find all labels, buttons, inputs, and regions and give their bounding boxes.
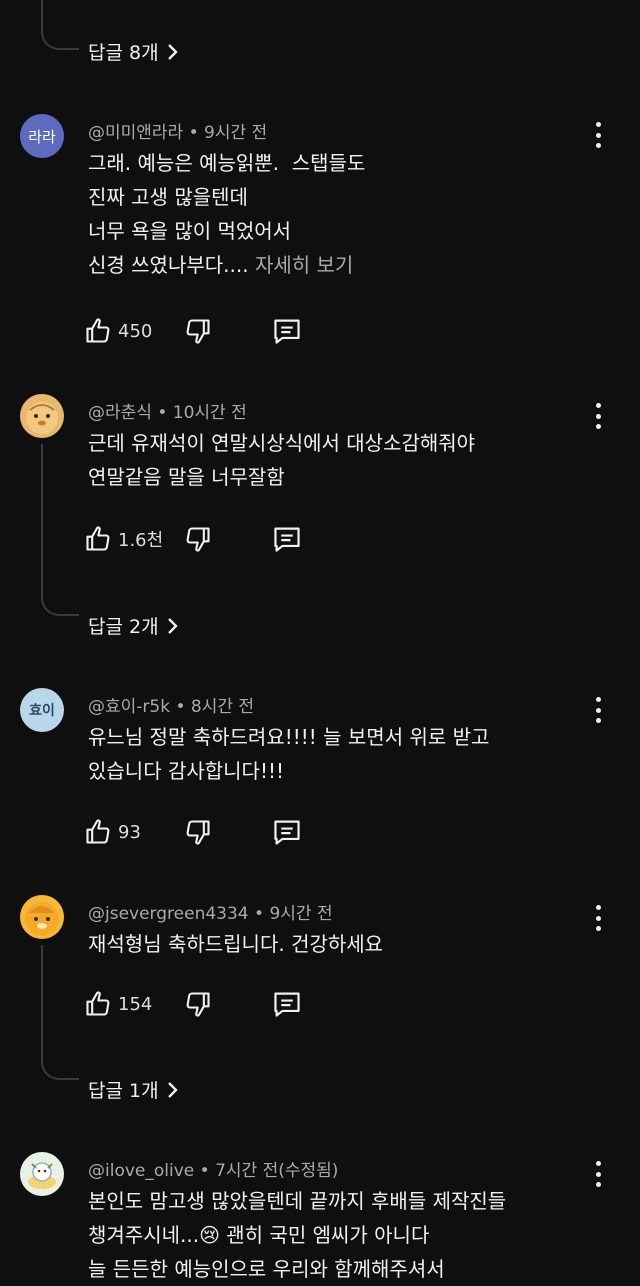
reply-button[interactable]	[272, 818, 302, 846]
thread-curve	[41, 28, 79, 50]
avatar[interactable]	[20, 1152, 64, 1196]
thumb-down-icon	[186, 527, 210, 552]
comment-author-line: @ilove_olive • 7시간 전(수정됨)	[88, 1161, 339, 1181]
more-vert-icon[interactable]	[588, 905, 608, 931]
more-vert-icon[interactable]	[588, 1161, 608, 1187]
thumb-up-icon	[86, 318, 110, 343]
avatar-character-icon	[25, 902, 59, 936]
replies-label: 답글 1개	[88, 1080, 159, 1102]
avatar-initials: 라라	[28, 127, 56, 146]
comment-author-line: @라춘식 • 10시간 전	[88, 403, 247, 423]
read-more-link[interactable]: 자세히 보기	[255, 253, 353, 277]
thread-line	[41, 0, 43, 28]
like-count: 154	[118, 993, 153, 1015]
replies-toggle[interactable]: 답글 2개	[88, 612, 179, 639]
like-count: 450	[118, 320, 153, 342]
comment-author-line: @효이-r5k • 8시간 전	[88, 697, 255, 717]
comment-text: 본인도 맘고생 많았을텐데 끝까지 후배들 제작진들 챙겨주시네...😢 괜히 …	[88, 1189, 507, 1281]
comment-time: 8시간 전	[190, 697, 255, 717]
replies-label: 답글 2개	[88, 616, 159, 638]
comment-time: 9시간 전	[204, 123, 268, 143]
comment-time: 10시간 전	[172, 403, 247, 423]
like-button[interactable]: 154	[84, 990, 184, 1018]
avatar-initials: 효이	[29, 703, 55, 719]
more-vert-icon[interactable]	[588, 697, 608, 723]
comment-text: 유느님 정말 축하드려요!!!! 늘 보면서 위로 받고 있습니다 감사합니다!…	[88, 725, 490, 783]
avatar-character-icon	[28, 1162, 56, 1189]
comment-actions: 154	[84, 987, 302, 1021]
replies-label: 답글 8개	[88, 42, 159, 64]
thumb-up-icon	[86, 819, 110, 844]
comment-reply-icon	[274, 992, 300, 1017]
comment-author[interactable]: @효이-r5k	[88, 697, 170, 717]
replies-toggle[interactable]: 답글 8개	[88, 38, 179, 65]
comment-author-line: @미미앤라라 • 9시간 전	[88, 123, 268, 143]
comment-text: 그래. 예능은 예능읽뿐. 스탭들도 진짜 고생 많을텐데 너무 욕을 많이 먹…	[88, 151, 366, 277]
thread-curve	[41, 1058, 79, 1080]
comment-actions: 1.6천	[84, 522, 302, 556]
replies-toggle[interactable]: 답글 1개	[88, 1076, 179, 1103]
avatar[interactable]: 효이	[20, 688, 64, 732]
like-count: 1.6천	[118, 530, 164, 551]
like-button[interactable]: 93	[84, 818, 184, 846]
thumb-up-icon	[86, 991, 110, 1016]
chevron-right-icon	[167, 1081, 178, 1098]
dislike-button[interactable]	[184, 525, 272, 553]
comment-reply-icon	[274, 820, 300, 845]
comment-author[interactable]: @미미앤라라	[88, 123, 183, 143]
avatar-character-icon	[26, 402, 58, 434]
avatar[interactable]	[20, 394, 64, 438]
reply-button[interactable]	[272, 317, 302, 345]
more-vert-icon[interactable]	[588, 122, 608, 148]
dislike-button[interactable]	[184, 818, 272, 846]
comment-text: 근데 유재석이 연말시상식에서 대상소감해줘야 연말같음 말을 너무잘함	[88, 431, 476, 489]
thumb-down-icon	[186, 319, 210, 344]
dislike-button[interactable]	[184, 990, 272, 1018]
comment-author[interactable]: @라춘식	[88, 403, 152, 423]
thread-line	[41, 444, 43, 594]
chevron-right-icon	[167, 43, 178, 60]
comment-author[interactable]: @ilove_olive	[88, 1161, 194, 1181]
avatar[interactable]	[20, 895, 64, 939]
comment-time: 7시간 전(수정됨)	[215, 1161, 339, 1181]
comment-actions: 450	[84, 314, 302, 348]
like-button[interactable]: 450	[84, 317, 184, 345]
like-count: 93	[118, 821, 141, 843]
reply-button[interactable]	[272, 525, 302, 553]
comment-actions: 93	[84, 815, 302, 849]
avatar[interactable]: 라라	[20, 114, 64, 158]
chevron-right-icon	[167, 617, 178, 634]
thumb-down-icon	[186, 992, 210, 1017]
comment-author-line: @jsevergreen4334 • 9시간 전	[88, 904, 333, 924]
comment-text: 재석형님 축하드립니다. 건강하세요	[88, 932, 384, 956]
more-vert-icon[interactable]	[588, 403, 608, 429]
comment-time: 9시간 전	[269, 904, 333, 924]
comment-reply-icon	[274, 527, 300, 552]
thread-line	[41, 945, 43, 1058]
thread-curve	[41, 594, 79, 616]
thumb-up-icon	[86, 526, 110, 551]
comment-reply-icon	[274, 319, 300, 344]
dislike-button[interactable]	[184, 317, 272, 345]
thumb-down-icon	[186, 820, 210, 845]
comment-author[interactable]: @jsevergreen4334	[88, 904, 249, 924]
reply-button[interactable]	[272, 990, 302, 1018]
like-button[interactable]: 1.6천	[84, 525, 184, 553]
